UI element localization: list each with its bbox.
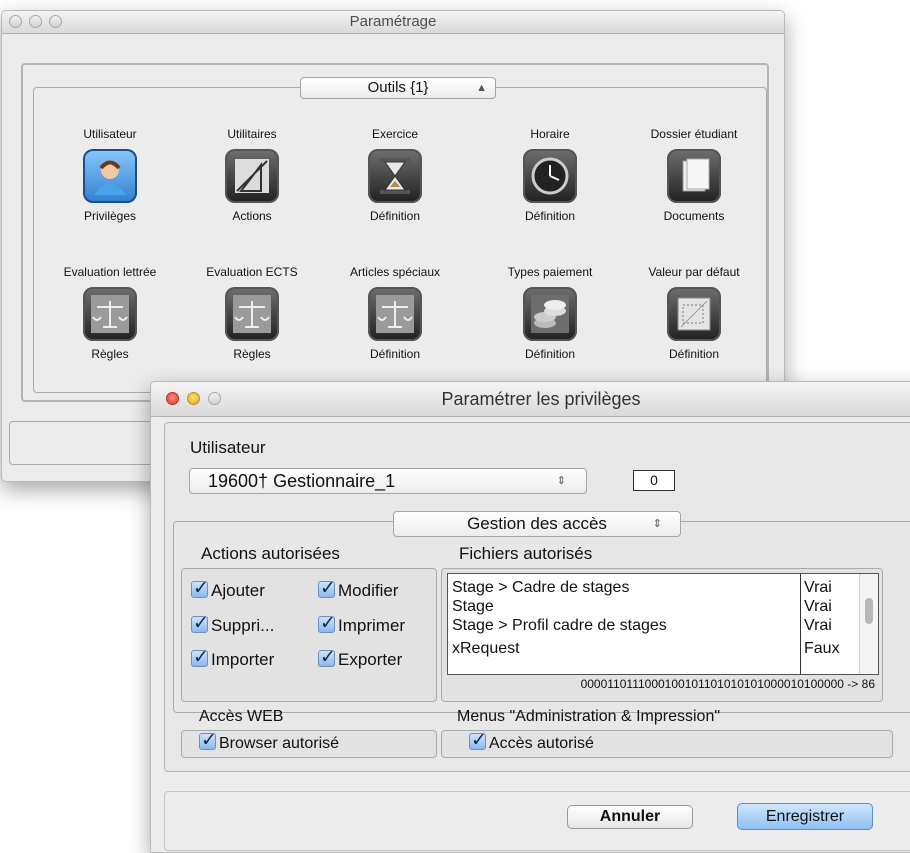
web-access-label: Accès WEB	[199, 708, 284, 725]
zoom-icon[interactable]	[49, 15, 62, 28]
scrollbar-thumb[interactable]	[865, 598, 873, 624]
dialog-title: Paramétrer les privilèges	[441, 389, 641, 409]
parametrage-titlebar: Paramétrage	[2, 11, 784, 34]
user-icon	[83, 149, 137, 203]
checkbox-browser-autorise[interactable]: Browser autorisé	[199, 729, 339, 753]
checkbox-importer[interactable]: Importer	[191, 646, 274, 670]
cancel-button[interactable]: Annuler	[567, 805, 693, 829]
tool-exercice[interactable]: Exercice Définition	[335, 127, 455, 225]
privileges-dialog: Paramétrer les privilèges Utilisateur 19…	[150, 381, 910, 853]
tool-evaluation-ects[interactable]: Evaluation ECTS Règles	[192, 265, 312, 363]
tool-evaluation-lettree[interactable]: Evaluation lettrée Règles	[50, 265, 170, 363]
zoom-icon[interactable]	[208, 392, 221, 405]
tools-popup[interactable]: Outils {1} ▲	[300, 77, 496, 99]
checkbox-exporter[interactable]: Exporter	[318, 646, 402, 670]
updown-arrows-icon: ⇕	[652, 518, 662, 530]
save-button[interactable]: Enregistrer	[737, 803, 873, 830]
checkbox-checked-icon	[191, 612, 209, 634]
menus-label: Menus "Administration & Impression"	[457, 708, 721, 725]
documents-icon	[667, 149, 721, 203]
minimize-icon[interactable]	[187, 392, 200, 405]
user-select[interactable]: 19600† Gestionnaire_1 ⇕	[189, 468, 587, 494]
window-title: Paramétrage	[349, 13, 437, 30]
coins-icon	[523, 287, 577, 341]
tool-valeur-par-defaut[interactable]: Valeur par défaut Définition	[634, 265, 754, 363]
tool-types-paiement[interactable]: Types paiement Définition	[490, 265, 610, 363]
checkbox-checked-icon	[318, 612, 336, 634]
checkbox-checked-icon	[318, 646, 336, 668]
close-icon[interactable]	[166, 392, 179, 405]
scales-icon	[368, 287, 422, 341]
files-label: Fichiers autorisés	[459, 544, 593, 563]
checkbox-checked-icon	[469, 729, 487, 751]
checkbox-checked-icon	[191, 646, 209, 668]
close-icon[interactable]	[9, 15, 22, 28]
checkbox-imprimer[interactable]: Imprimer	[318, 612, 405, 636]
updown-arrows-icon: ⇕	[556, 475, 566, 487]
blueprint-icon	[667, 287, 721, 341]
actions-label: Actions autorisées	[201, 544, 340, 563]
column-divider	[800, 574, 801, 674]
section-popup[interactable]: Gestion des accès ⇕	[393, 511, 681, 537]
tool-articles-speciaux[interactable]: Articles spéciaux Définition	[335, 265, 455, 363]
checkbox-checked-icon	[191, 577, 209, 599]
hourglass-icon	[368, 149, 422, 203]
vertical-scrollbar[interactable]	[859, 574, 878, 674]
clock-icon	[523, 149, 577, 203]
drafting-tools-icon	[225, 149, 279, 203]
files-list[interactable]: Stage > Cadre de stages Vrai Stage Vrai …	[447, 573, 879, 675]
updown-arrows-icon: ▲	[476, 82, 487, 94]
tool-horaire[interactable]: Horaire Définition	[490, 127, 610, 225]
checkbox-checked-icon	[199, 729, 217, 751]
tool-utilitaires[interactable]: Utilitaires Actions	[192, 127, 312, 225]
checkbox-acces-autorise[interactable]: Accès autorisé	[469, 729, 594, 753]
tool-utilisateur[interactable]: Utilisateur Privilèges	[50, 127, 170, 225]
user-count-field[interactable]: 0	[633, 470, 675, 491]
checkbox-supprimer[interactable]: Suppri...	[191, 612, 274, 636]
user-label: Utilisateur	[190, 438, 266, 457]
scales-icon	[225, 287, 279, 341]
tool-dossier-etudiant[interactable]: Dossier étudiant Documents	[634, 127, 754, 225]
minimize-icon[interactable]	[29, 15, 42, 28]
checkbox-modifier[interactable]: Modifier	[318, 577, 398, 601]
bitstring-text: 0000110111000100101101010101000010100000…	[580, 677, 875, 691]
checkbox-checked-icon	[318, 577, 336, 599]
dialog-titlebar: Paramétrer les privilèges	[151, 382, 910, 417]
scales-icon	[83, 287, 137, 341]
checkbox-ajouter[interactable]: Ajouter	[191, 577, 265, 601]
